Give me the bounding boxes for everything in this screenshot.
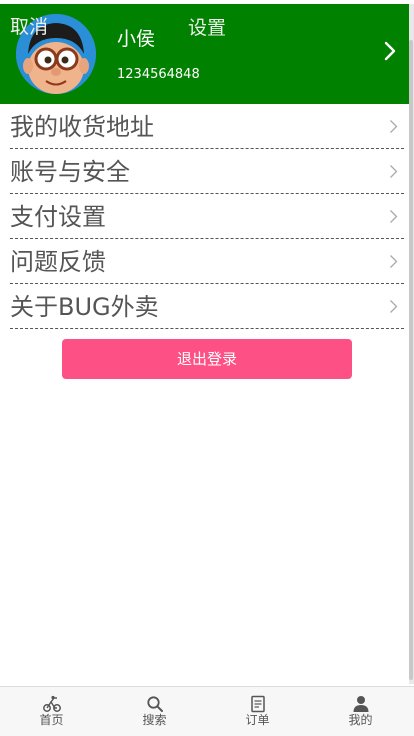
page-title: 设置 <box>188 17 227 39</box>
tab-bar: 首页 搜索 订单 我的 <box>0 686 414 736</box>
header: 取消 设置 小侯 1234564848 <box>0 4 409 104</box>
tab-orders[interactable]: 订单 <box>206 687 309 736</box>
order-icon <box>250 695 265 713</box>
search-icon <box>146 696 163 712</box>
scrollbar-thumb[interactable] <box>409 40 413 680</box>
chevron-right-icon <box>390 165 398 178</box>
menu-item-label: 我的收货地址 <box>10 113 154 141</box>
chevron-right-icon[interactable] <box>383 40 397 62</box>
tab-home[interactable]: 首页 <box>0 687 103 736</box>
menu-item-account-security[interactable]: 账号与安全 <box>10 149 404 194</box>
menu-item-payment[interactable]: 支付设置 <box>10 194 404 239</box>
menu-item-label: 问题反馈 <box>10 248 106 276</box>
user-id: 1234564848 <box>117 67 200 82</box>
chevron-right-icon <box>390 210 398 223</box>
menu-item-feedback[interactable]: 问题反馈 <box>10 239 404 284</box>
menu-item-about[interactable]: 关于BUG外卖 <box>10 284 404 329</box>
tab-mine[interactable]: 我的 <box>309 687 412 736</box>
tab-search[interactable]: 搜索 <box>103 687 206 736</box>
chevron-right-icon <box>390 120 398 133</box>
settings-menu: 我的收货地址 账号与安全 支付设置 问题反馈 关于BUG外卖 <box>10 104 404 329</box>
logout-button[interactable]: 退出登录 <box>62 339 352 379</box>
username: 小侯 <box>117 28 156 50</box>
chevron-right-icon <box>390 255 398 268</box>
tab-label: 订单 <box>245 713 270 727</box>
menu-item-label: 支付设置 <box>10 203 106 231</box>
tab-label: 首页 <box>39 713 64 727</box>
cancel-button[interactable]: 取消 <box>10 12 48 39</box>
settings-page: 取消 设置 小侯 1234564848 我的收货地址 账号与安全 支付设置 问题… <box>0 0 414 736</box>
chevron-right-icon <box>390 300 398 313</box>
bike-icon <box>42 695 61 712</box>
user-icon <box>353 696 368 712</box>
menu-item-label: 账号与安全 <box>10 158 130 186</box>
menu-item-address[interactable]: 我的收货地址 <box>10 104 404 149</box>
tab-label: 我的 <box>348 713 373 727</box>
menu-item-label: 关于BUG外卖 <box>10 293 159 321</box>
tab-label: 搜索 <box>142 713 167 727</box>
